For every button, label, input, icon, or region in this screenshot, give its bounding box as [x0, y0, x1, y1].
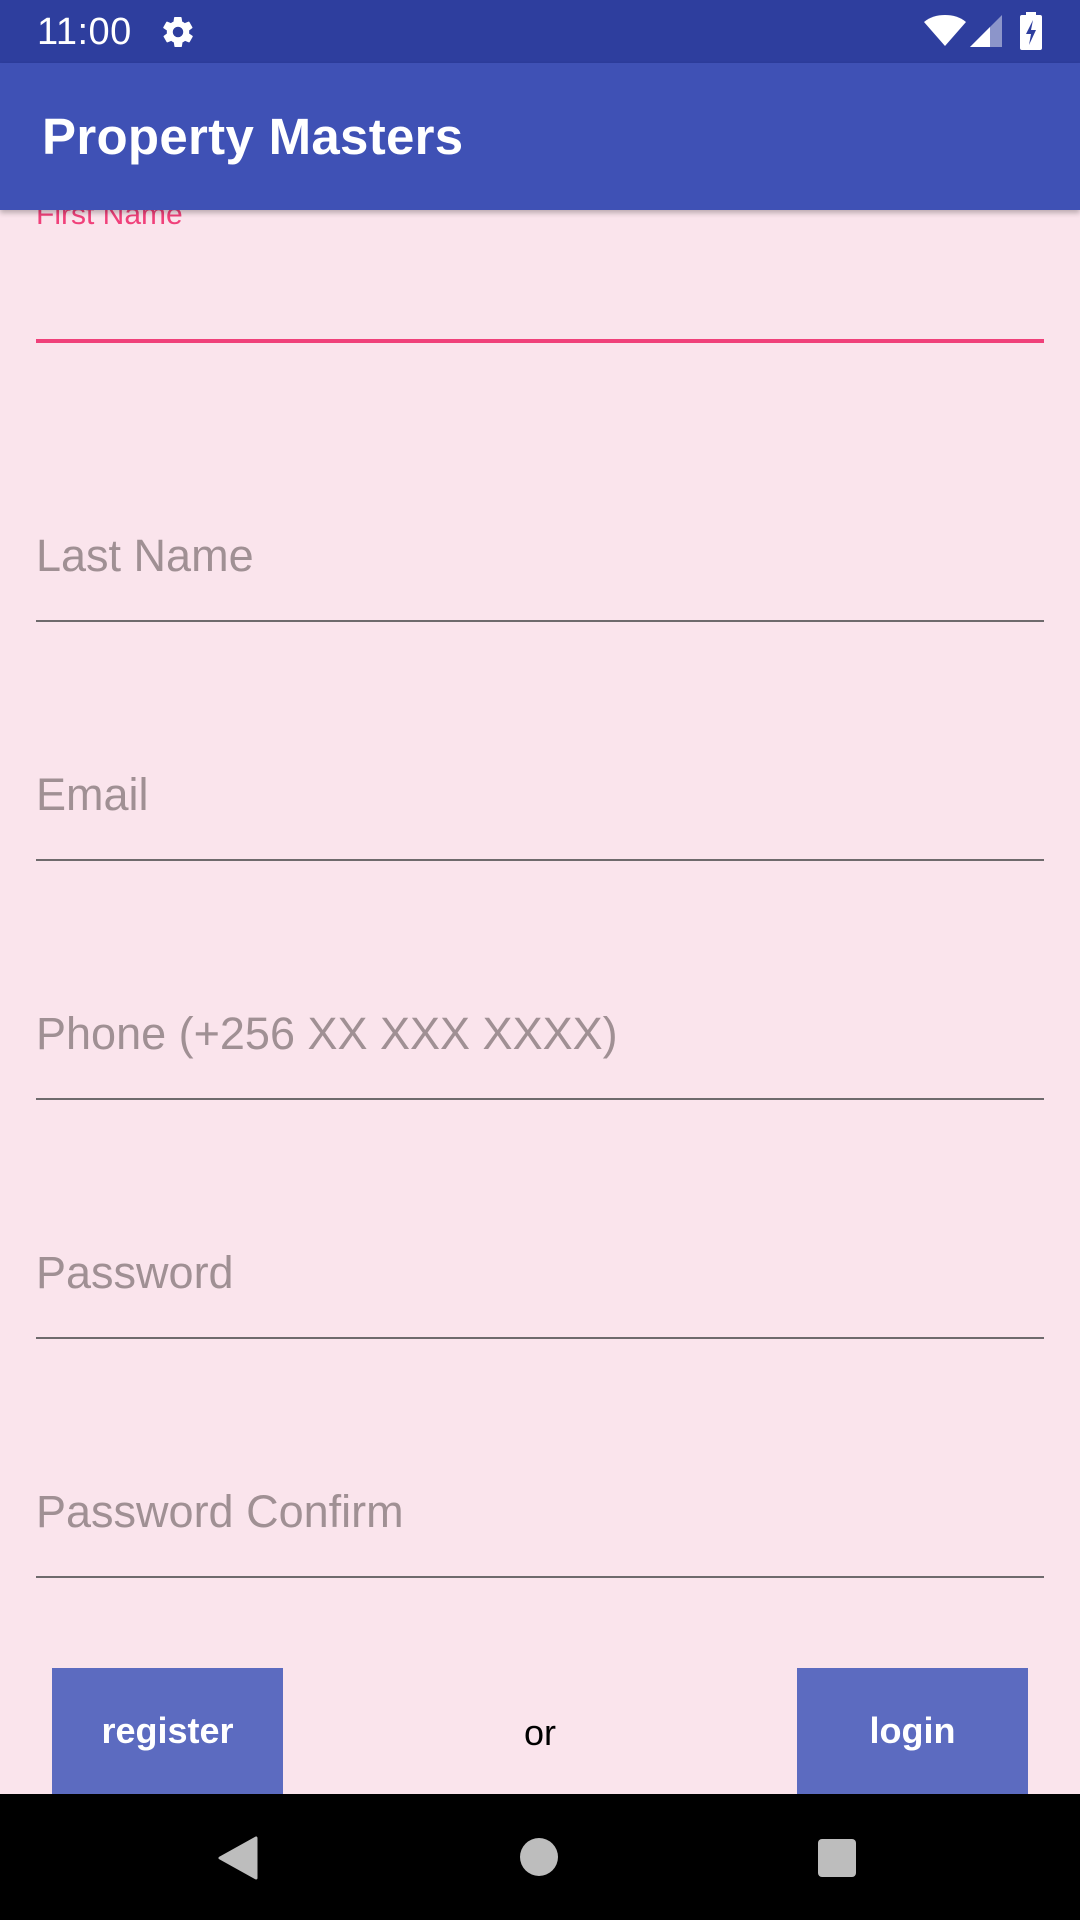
first-name-field[interactable]: First Name — [36, 210, 1044, 358]
status-bar: 11:00 — [0, 0, 1080, 63]
or-label: or — [523, 1712, 556, 1753]
login-button[interactable]: login — [797, 1668, 1028, 1794]
back-icon[interactable] — [218, 1836, 258, 1880]
navigation-bar — [0, 1794, 1080, 1920]
phone-input[interactable]: Phone (+256 XX XXX XXXX) — [36, 1008, 618, 1060]
first-name-label: First Name — [36, 210, 183, 231]
last-name-input[interactable]: Last Name — [36, 530, 254, 582]
phone-underline — [36, 1098, 1044, 1100]
email-field[interactable]: Email — [36, 769, 1044, 869]
last-name-field[interactable]: Last Name — [36, 530, 1044, 630]
last-name-underline — [36, 620, 1044, 622]
cell-signal-icon — [970, 15, 1002, 47]
app-bar: Property Masters — [0, 63, 1080, 210]
first-name-underline — [36, 339, 1044, 343]
email-underline — [36, 859, 1044, 861]
phone-field[interactable]: Phone (+256 XX XXX XXXX) — [36, 1008, 1044, 1108]
password-confirm-input[interactable]: Password Confirm — [36, 1486, 404, 1538]
gear-icon — [163, 16, 193, 48]
app-title: Property Masters — [42, 108, 464, 165]
registration-form: First Name Last Name Email Phone (+256 X… — [0, 210, 1080, 1794]
password-confirm-field[interactable]: Password Confirm — [36, 1486, 1044, 1586]
password-input[interactable]: Password — [36, 1247, 234, 1299]
register-button[interactable]: register — [52, 1668, 283, 1794]
wifi-icon — [924, 15, 966, 46]
status-time: 11:00 — [37, 11, 132, 53]
password-confirm-underline — [36, 1576, 1044, 1578]
recents-icon[interactable] — [818, 1839, 856, 1877]
home-icon[interactable] — [520, 1838, 558, 1876]
battery-charging-icon — [1020, 12, 1042, 50]
password-field[interactable]: Password — [36, 1247, 1044, 1347]
password-underline — [36, 1337, 1044, 1339]
email-input[interactable]: Email — [36, 769, 149, 821]
